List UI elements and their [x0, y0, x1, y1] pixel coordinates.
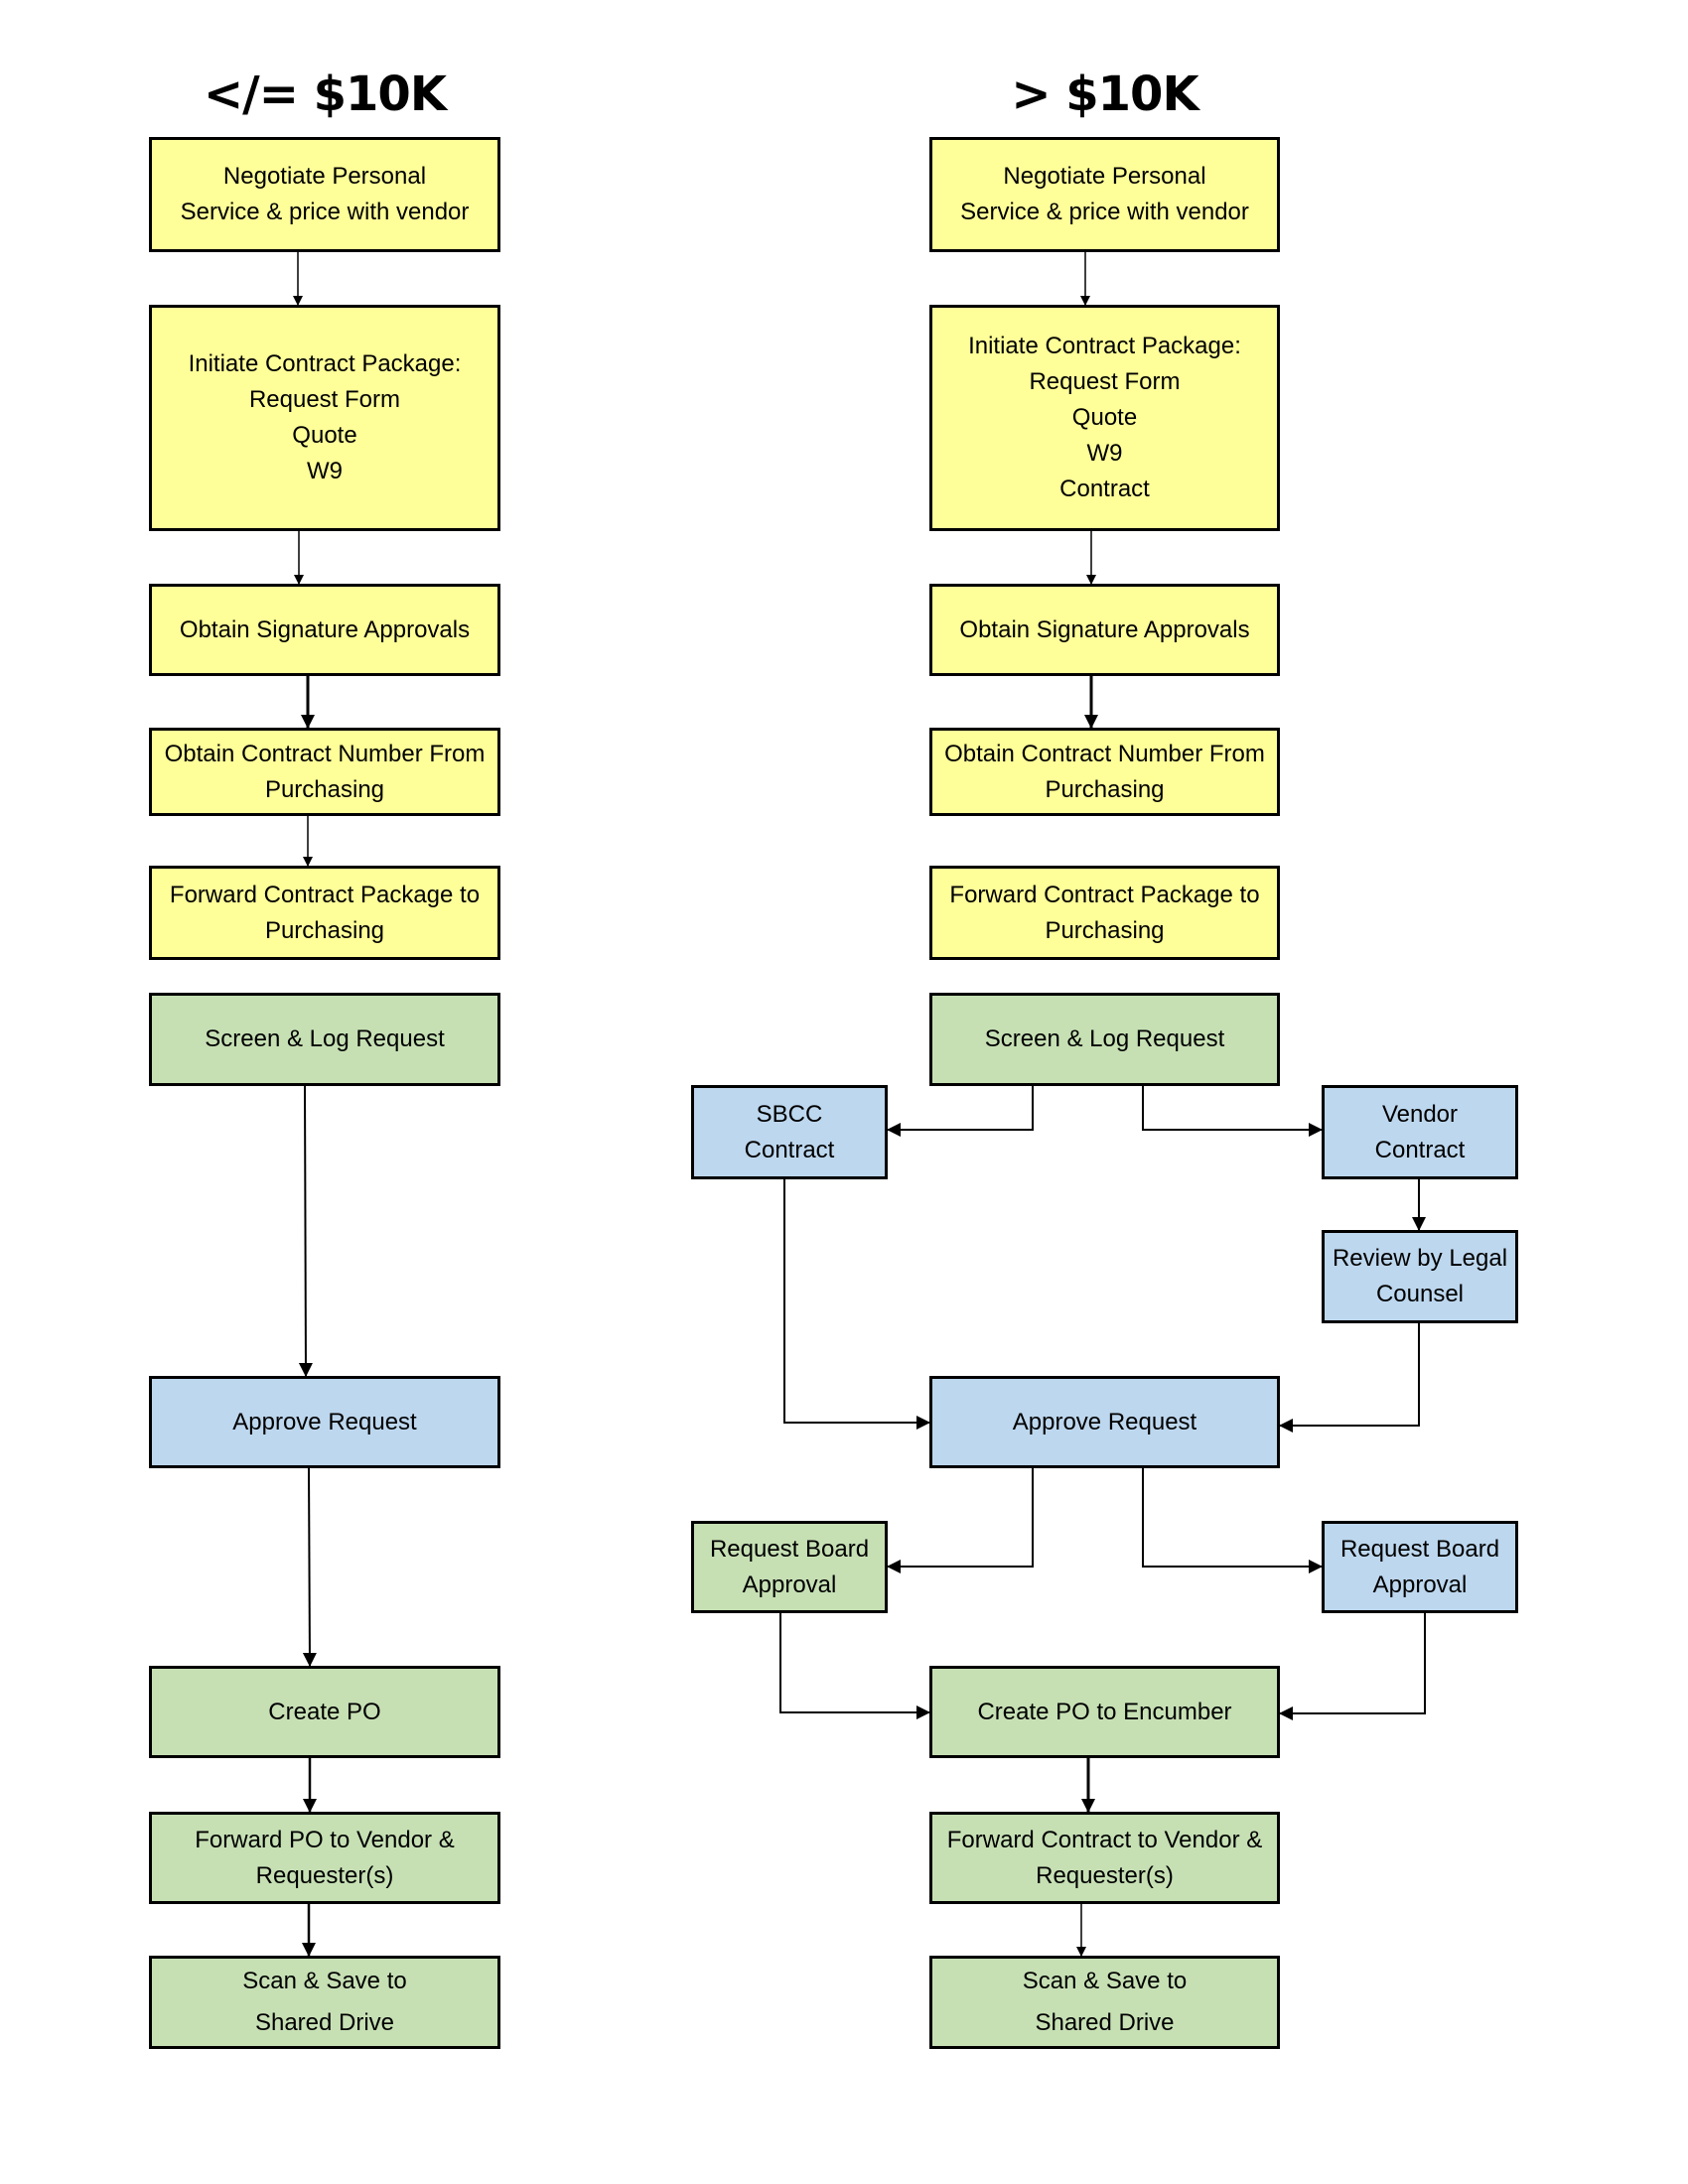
step-initiate-package-left: Initiate Contract Package: Request Form …	[149, 305, 500, 531]
step-forward-po-left: Forward PO to Vendor & Requester(s)	[149, 1812, 500, 1904]
step-contract-number-right: Obtain Contract Number From Purchasing	[929, 728, 1280, 816]
step-negotiate-left: Negotiate Personal Service & price with …	[149, 137, 500, 252]
step-approve-request-left: Approve Request	[149, 1376, 500, 1468]
step-scan-save-left: Scan & Save to Shared Drive	[149, 1956, 500, 2049]
step-signature-approvals-right: Obtain Signature Approvals	[929, 584, 1280, 676]
arrow-sbcc-to-r7	[783, 1179, 930, 1430]
arrow-r6-to-sbcc	[887, 1086, 1034, 1137]
arrow-board_l-to-r8	[779, 1613, 930, 1719]
arrow-r7-to-board_r	[1142, 1468, 1323, 1573]
right-column-title: > $10K	[1011, 67, 1198, 122]
arrow-r6-to-vendor	[1142, 1086, 1323, 1137]
step-forward-contract-right: Forward Contract to Vendor & Requester(s…	[929, 1812, 1280, 1904]
step-screen-log-left: Screen & Log Request	[149, 993, 500, 1086]
step-forward-package-left: Forward Contract Package to Purchasing	[149, 866, 500, 960]
step-approve-request-right: Approve Request	[929, 1376, 1280, 1468]
step-contract-number-left: Obtain Contract Number From Purchasing	[149, 728, 500, 816]
step-forward-package-right: Forward Contract Package to Purchasing	[929, 866, 1280, 960]
step-screen-log-right: Screen & Log Request	[929, 993, 1280, 1086]
arrow-l7-to-l8	[302, 1467, 317, 1667]
left-column-title: </= $10K	[203, 67, 447, 122]
arrow-legal-to-r7	[1279, 1323, 1420, 1433]
arrow-r7-to-board_l	[887, 1468, 1034, 1573]
branch-vendor-contract: Vendor Contract	[1322, 1085, 1518, 1179]
step-signature-approvals-left: Obtain Signature Approvals	[149, 584, 500, 676]
arrow-board_r-to-r8	[1279, 1613, 1426, 1720]
branch-board-approval-left: Request Board Approval	[691, 1521, 888, 1613]
step-scan-save-right: Scan & Save to Shared Drive	[929, 1956, 1280, 2049]
branch-legal-review: Review by Legal Counsel	[1322, 1230, 1518, 1323]
arrow-l6-to-l7	[298, 1085, 313, 1377]
branch-sbcc-contract: SBCC Contract	[691, 1085, 888, 1179]
step-create-po-encumber: Create PO to Encumber	[929, 1666, 1280, 1758]
step-initiate-package-right: Initiate Contract Package: Request Form …	[929, 305, 1280, 531]
branch-board-approval-right: Request Board Approval	[1322, 1521, 1518, 1613]
step-create-po-left: Create PO	[149, 1666, 500, 1758]
step-negotiate-right: Negotiate Personal Service & price with …	[929, 137, 1280, 252]
